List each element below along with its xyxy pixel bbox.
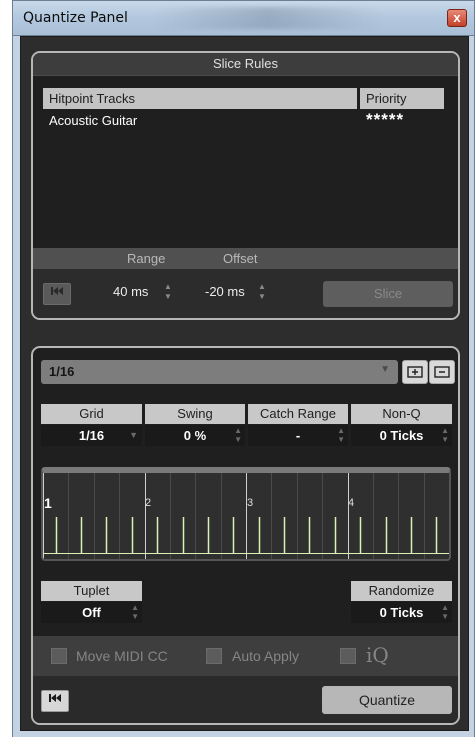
- randomize-value: 0 Ticks: [379, 605, 424, 620]
- quantize-button[interactable]: Quantize: [322, 686, 452, 714]
- grid-label: Grid: [41, 404, 142, 424]
- range-value[interactable]: 40 ms: [113, 284, 148, 299]
- randomize-label: Randomize: [351, 581, 452, 601]
- non-q-field[interactable]: 0 Ticks ▲ ▼: [351, 425, 452, 446]
- iq-checkbox[interactable]: [340, 648, 356, 664]
- bar-label-2: 2: [145, 497, 152, 509]
- preset-value: 1/16: [49, 364, 75, 379]
- track-row-name[interactable]: Acoustic Guitar: [49, 113, 137, 128]
- auto-apply-label: Auto Apply: [232, 648, 299, 664]
- non-q-label: Non-Q: [351, 404, 452, 424]
- slice-rules-panel: Slice Rules Hitpoint Tracks Priority Aco…: [31, 51, 460, 320]
- range-offset-row: 40 ms ▲ ▼ -20 ms ▲ ▼ Slice: [33, 269, 458, 318]
- column-hitpoint-tracks[interactable]: Hitpoint Tracks: [43, 88, 357, 109]
- range-offset-header: Range Offset: [33, 248, 458, 269]
- quantize-grid-display[interactable]: 1 2 3 4: [41, 467, 451, 561]
- track-row-priority[interactable]: *****: [366, 110, 404, 130]
- skip-to-start-icon: [49, 694, 61, 702]
- bar-label-1: 1: [44, 495, 52, 511]
- iq-label: iQ: [366, 643, 389, 667]
- tuplet-spinner-icon[interactable]: ▲ ▼: [131, 603, 139, 621]
- save-preset-button[interactable]: [402, 360, 428, 384]
- bar-label-4: 4: [348, 497, 355, 509]
- title-bar-glow: [153, 7, 383, 29]
- quantize-panel-window: Quantize Panel x Slice Rules Hitpoint Tr…: [12, 0, 475, 737]
- auto-apply-checkbox[interactable]: [206, 648, 222, 664]
- swing-value: 0 %: [183, 428, 207, 443]
- options-row: Move MIDI CC Auto Apply iQ: [33, 636, 458, 676]
- window-title: Quantize Panel: [23, 10, 128, 26]
- slice-rules-header: Slice Rules: [33, 53, 458, 76]
- offset-label: Offset: [223, 251, 258, 266]
- window-body: Slice Rules Hitpoint Tracks Priority Aco…: [12, 36, 475, 737]
- panel-content: Slice Rules Hitpoint Tracks Priority Aco…: [20, 36, 469, 731]
- grid-dropdown[interactable]: 1/16 ▼: [41, 425, 142, 446]
- close-button[interactable]: x: [447, 9, 467, 27]
- catch-range-field[interactable]: - ▲ ▼: [248, 425, 348, 446]
- bar-label-3: 3: [247, 497, 254, 509]
- title-bar[interactable]: Quantize Panel x: [12, 0, 475, 36]
- quantize-bottom-row: Quantize: [33, 676, 458, 723]
- catch-range-value: -: [295, 428, 301, 443]
- range-spinner[interactable]: ▲ ▼: [164, 282, 172, 302]
- randomize-spinner-icon[interactable]: ▲ ▼: [441, 603, 449, 621]
- catch-range-label: Catch Range: [248, 404, 348, 424]
- chevron-down-icon: ▼: [129, 430, 138, 440]
- randomize-field[interactable]: 0 Ticks ▲ ▼: [351, 602, 452, 623]
- tuplet-field[interactable]: Off ▲ ▼: [41, 602, 142, 623]
- tuplet-label: Tuplet: [41, 581, 142, 601]
- swing-spinner-icon[interactable]: ▲ ▼: [234, 426, 242, 444]
- swing-label: Swing: [145, 404, 245, 424]
- tuplet-value: Off: [82, 605, 101, 620]
- offset-spinner[interactable]: ▲ ▼: [258, 282, 266, 302]
- skip-to-start-icon[interactable]: [43, 283, 71, 305]
- grid-lines: [43, 473, 449, 559]
- reset-quantize-button[interactable]: [41, 690, 69, 712]
- swing-field[interactable]: 0 % ▲ ▼: [145, 425, 245, 446]
- quantize-settings-panel: 1/16 ▼ Grid Swing Catch Range Non-Q 1/16…: [31, 346, 460, 725]
- chevron-down-icon: ▼: [380, 364, 390, 375]
- range-label: Range: [127, 251, 166, 266]
- remove-preset-button[interactable]: [429, 360, 455, 384]
- move-midi-cc-checkbox[interactable]: [51, 648, 67, 664]
- offset-value[interactable]: -20 ms: [205, 284, 245, 299]
- grid-value: 1/16: [78, 428, 105, 443]
- slice-rules-title: Slice Rules: [212, 56, 279, 71]
- non-q-value: 0 Ticks: [379, 428, 424, 443]
- column-priority[interactable]: Priority: [360, 88, 444, 109]
- slice-button[interactable]: Slice: [323, 281, 453, 307]
- preset-selector[interactable]: 1/16 ▼: [41, 360, 398, 384]
- move-midi-cc-label: Move MIDI CC: [76, 648, 168, 664]
- non-q-spinner-icon[interactable]: ▲ ▼: [441, 426, 449, 444]
- catch-range-spinner-icon[interactable]: ▲ ▼: [337, 426, 345, 444]
